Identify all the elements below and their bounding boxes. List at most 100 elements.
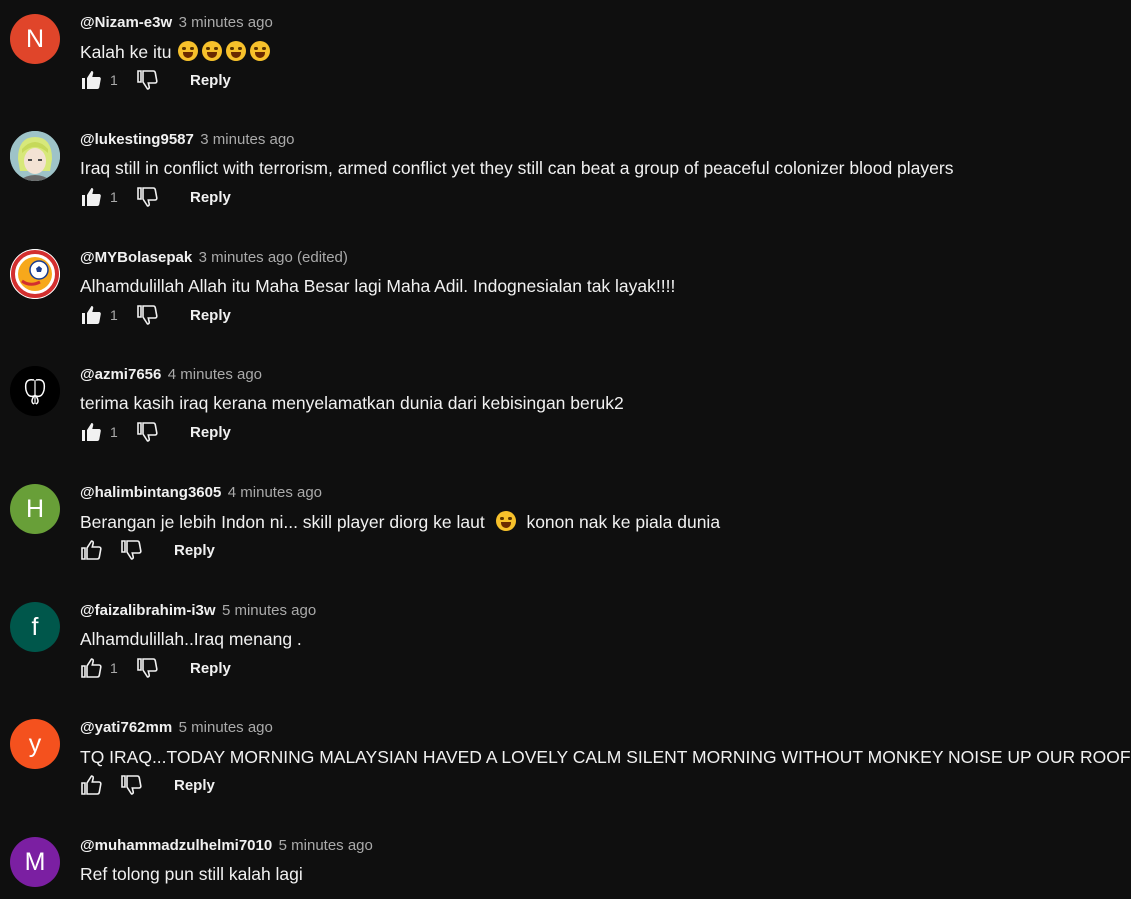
comment-time[interactable]: 4 minutes ago — [168, 366, 262, 383]
dislike-button[interactable] — [134, 655, 160, 681]
comment-actions: 1 Reply — [78, 417, 231, 447]
like-button[interactable] — [78, 537, 104, 563]
avatar[interactable] — [10, 249, 60, 299]
joy-emoji-icon — [202, 41, 223, 61]
reply-button[interactable]: Reply — [174, 777, 215, 794]
comment-text: Berangan je lebih Indon ni... skill play… — [80, 511, 720, 533]
comment-author[interactable]: @halimbintang3605 — [80, 484, 221, 501]
comment-actions: 1 Reply — [78, 65, 231, 95]
comment-text-body: Alhamdulillah Allah itu Maha Besar lagi … — [80, 276, 676, 296]
butterfly-avatar-icon — [10, 366, 60, 416]
thumb-up-icon — [81, 658, 102, 678]
dislike-button[interactable] — [134, 302, 160, 328]
comment-time[interactable]: 3 minutes ago — [179, 14, 273, 31]
comment-author[interactable]: @lukesting9587 — [80, 131, 194, 148]
comment-time[interactable]: 4 minutes ago — [228, 484, 322, 501]
comment-header: @faizalibrahim-i3w 5 minutes ago — [80, 602, 316, 620]
comment-thread: y @yati762mm 5 minutes ago TQ IRAQ...TOD… — [0, 705, 1131, 822]
comment-actions: 1 Reply — [78, 300, 231, 330]
like-count: 1 — [110, 660, 118, 676]
comment-author[interactable]: @Nizam-e3w — [80, 14, 172, 31]
joy-emoji-icon — [250, 41, 271, 61]
avatar[interactable]: M — [10, 837, 60, 887]
comment-actions: 1 Reply — [78, 182, 231, 212]
like-count: 1 — [110, 189, 118, 205]
comment-thread: N @Nizam-e3w 3 minutes ago Kalah ke itu … — [0, 0, 1131, 117]
reply-button[interactable]: Reply — [190, 424, 231, 441]
thumb-down-icon — [137, 305, 158, 325]
thumb-down-icon — [137, 187, 158, 207]
comment-header: @yati762mm 5 minutes ago — [80, 719, 273, 737]
comment-time[interactable]: 5 minutes ago — [222, 602, 316, 619]
like-button[interactable] — [78, 419, 104, 445]
like-button[interactable] — [78, 655, 104, 681]
comment-time[interactable]: 5 minutes ago — [279, 837, 373, 854]
comment-text-body: Kalah ke itu — [80, 42, 172, 62]
comment-author[interactable]: @muhammadzulhelmi7010 — [80, 837, 272, 854]
thumb-down-icon — [137, 658, 158, 678]
comment-thread: @MYBolasepak 3 minutes ago (edited) Alha… — [0, 235, 1131, 352]
anime-face-avatar-icon — [10, 131, 60, 181]
comments-list: N @Nizam-e3w 3 minutes ago Kalah ke itu … — [0, 0, 1131, 899]
avatar-letter: y — [28, 729, 42, 758]
comment-author[interactable]: @MYBolasepak — [80, 249, 192, 266]
comment-time[interactable]: 3 minutes ago (edited) — [199, 249, 348, 266]
like-count: 1 — [110, 72, 118, 88]
like-button[interactable] — [78, 772, 104, 798]
comment-actions: Reply — [78, 535, 215, 565]
comment-text: terima kasih iraq kerana menyelamatkan d… — [80, 393, 624, 414]
comment-text-body: Ref tolong pun still kalah lagi — [80, 864, 303, 884]
rofl-emoji-icon — [495, 511, 516, 531]
comment-text-body: Berangan je lebih Indon ni... skill play… — [80, 512, 485, 532]
like-button[interactable] — [78, 67, 104, 93]
dislike-button[interactable] — [134, 67, 160, 93]
comment-actions: 1 Reply — [78, 653, 231, 683]
comment-author[interactable]: @yati762mm — [80, 719, 172, 736]
thumb-up-icon — [81, 540, 102, 560]
comment-text: Alhamdulillah..Iraq menang . — [80, 629, 302, 650]
reply-button[interactable]: Reply — [174, 542, 215, 559]
joy-emoji-icon — [178, 41, 199, 61]
avatar-letter: N — [25, 24, 45, 53]
dislike-button[interactable] — [134, 184, 160, 210]
football-logo-avatar-icon — [10, 249, 60, 299]
comment-header: @halimbintang3605 4 minutes ago — [80, 484, 322, 502]
joy-emoji-icon — [226, 41, 247, 61]
comment-author[interactable]: @faizalibrahim-i3w — [80, 602, 216, 619]
reply-button[interactable]: Reply — [190, 307, 231, 324]
reply-button[interactable]: Reply — [190, 72, 231, 89]
avatar[interactable]: y — [10, 719, 60, 769]
comment-text: TQ IRAQ...TODAY MORNING MALAYSIAN HAVED … — [80, 746, 1131, 768]
avatar-letter: M — [24, 847, 46, 876]
reply-button[interactable]: Reply — [190, 660, 231, 677]
thumb-up-icon — [81, 775, 102, 795]
dislike-button[interactable] — [134, 419, 160, 445]
reply-button[interactable]: Reply — [190, 189, 231, 206]
comment-header: @muhammadzulhelmi7010 5 minutes ago — [80, 837, 373, 855]
avatar[interactable] — [10, 131, 60, 181]
avatar[interactable]: f — [10, 602, 60, 652]
comment-text: Iraq still in conflict with terrorism, a… — [80, 158, 953, 179]
thumb-down-icon — [137, 70, 158, 90]
avatar-letter: H — [25, 494, 45, 523]
dislike-button[interactable] — [118, 772, 144, 798]
comment-author[interactable]: @azmi7656 — [80, 366, 161, 383]
dislike-button[interactable] — [118, 537, 144, 563]
like-count: 1 — [110, 307, 118, 323]
avatar-letter: f — [31, 612, 39, 641]
comment-text: Ref tolong pun still kalah lagi — [80, 864, 303, 885]
comment-text-body: Iraq still in conflict with terrorism, a… — [80, 158, 954, 178]
thumb-up-filled-icon — [82, 423, 101, 441]
comment-text: Alhamdulillah Allah itu Maha Besar lagi … — [80, 276, 675, 297]
thumb-up-filled-icon — [82, 188, 101, 206]
comment-time[interactable]: 3 minutes ago — [200, 131, 294, 148]
avatar[interactable]: H — [10, 484, 60, 534]
thumb-up-filled-icon — [82, 306, 101, 324]
like-button[interactable] — [78, 302, 104, 328]
comment-time[interactable]: 5 minutes ago — [179, 719, 273, 736]
avatar[interactable]: N — [10, 14, 60, 64]
comment-text: Kalah ke itu — [80, 41, 272, 63]
avatar[interactable] — [10, 366, 60, 416]
comment-text-body: terima kasih iraq kerana menyelamatkan d… — [80, 393, 624, 413]
like-button[interactable] — [78, 184, 104, 210]
